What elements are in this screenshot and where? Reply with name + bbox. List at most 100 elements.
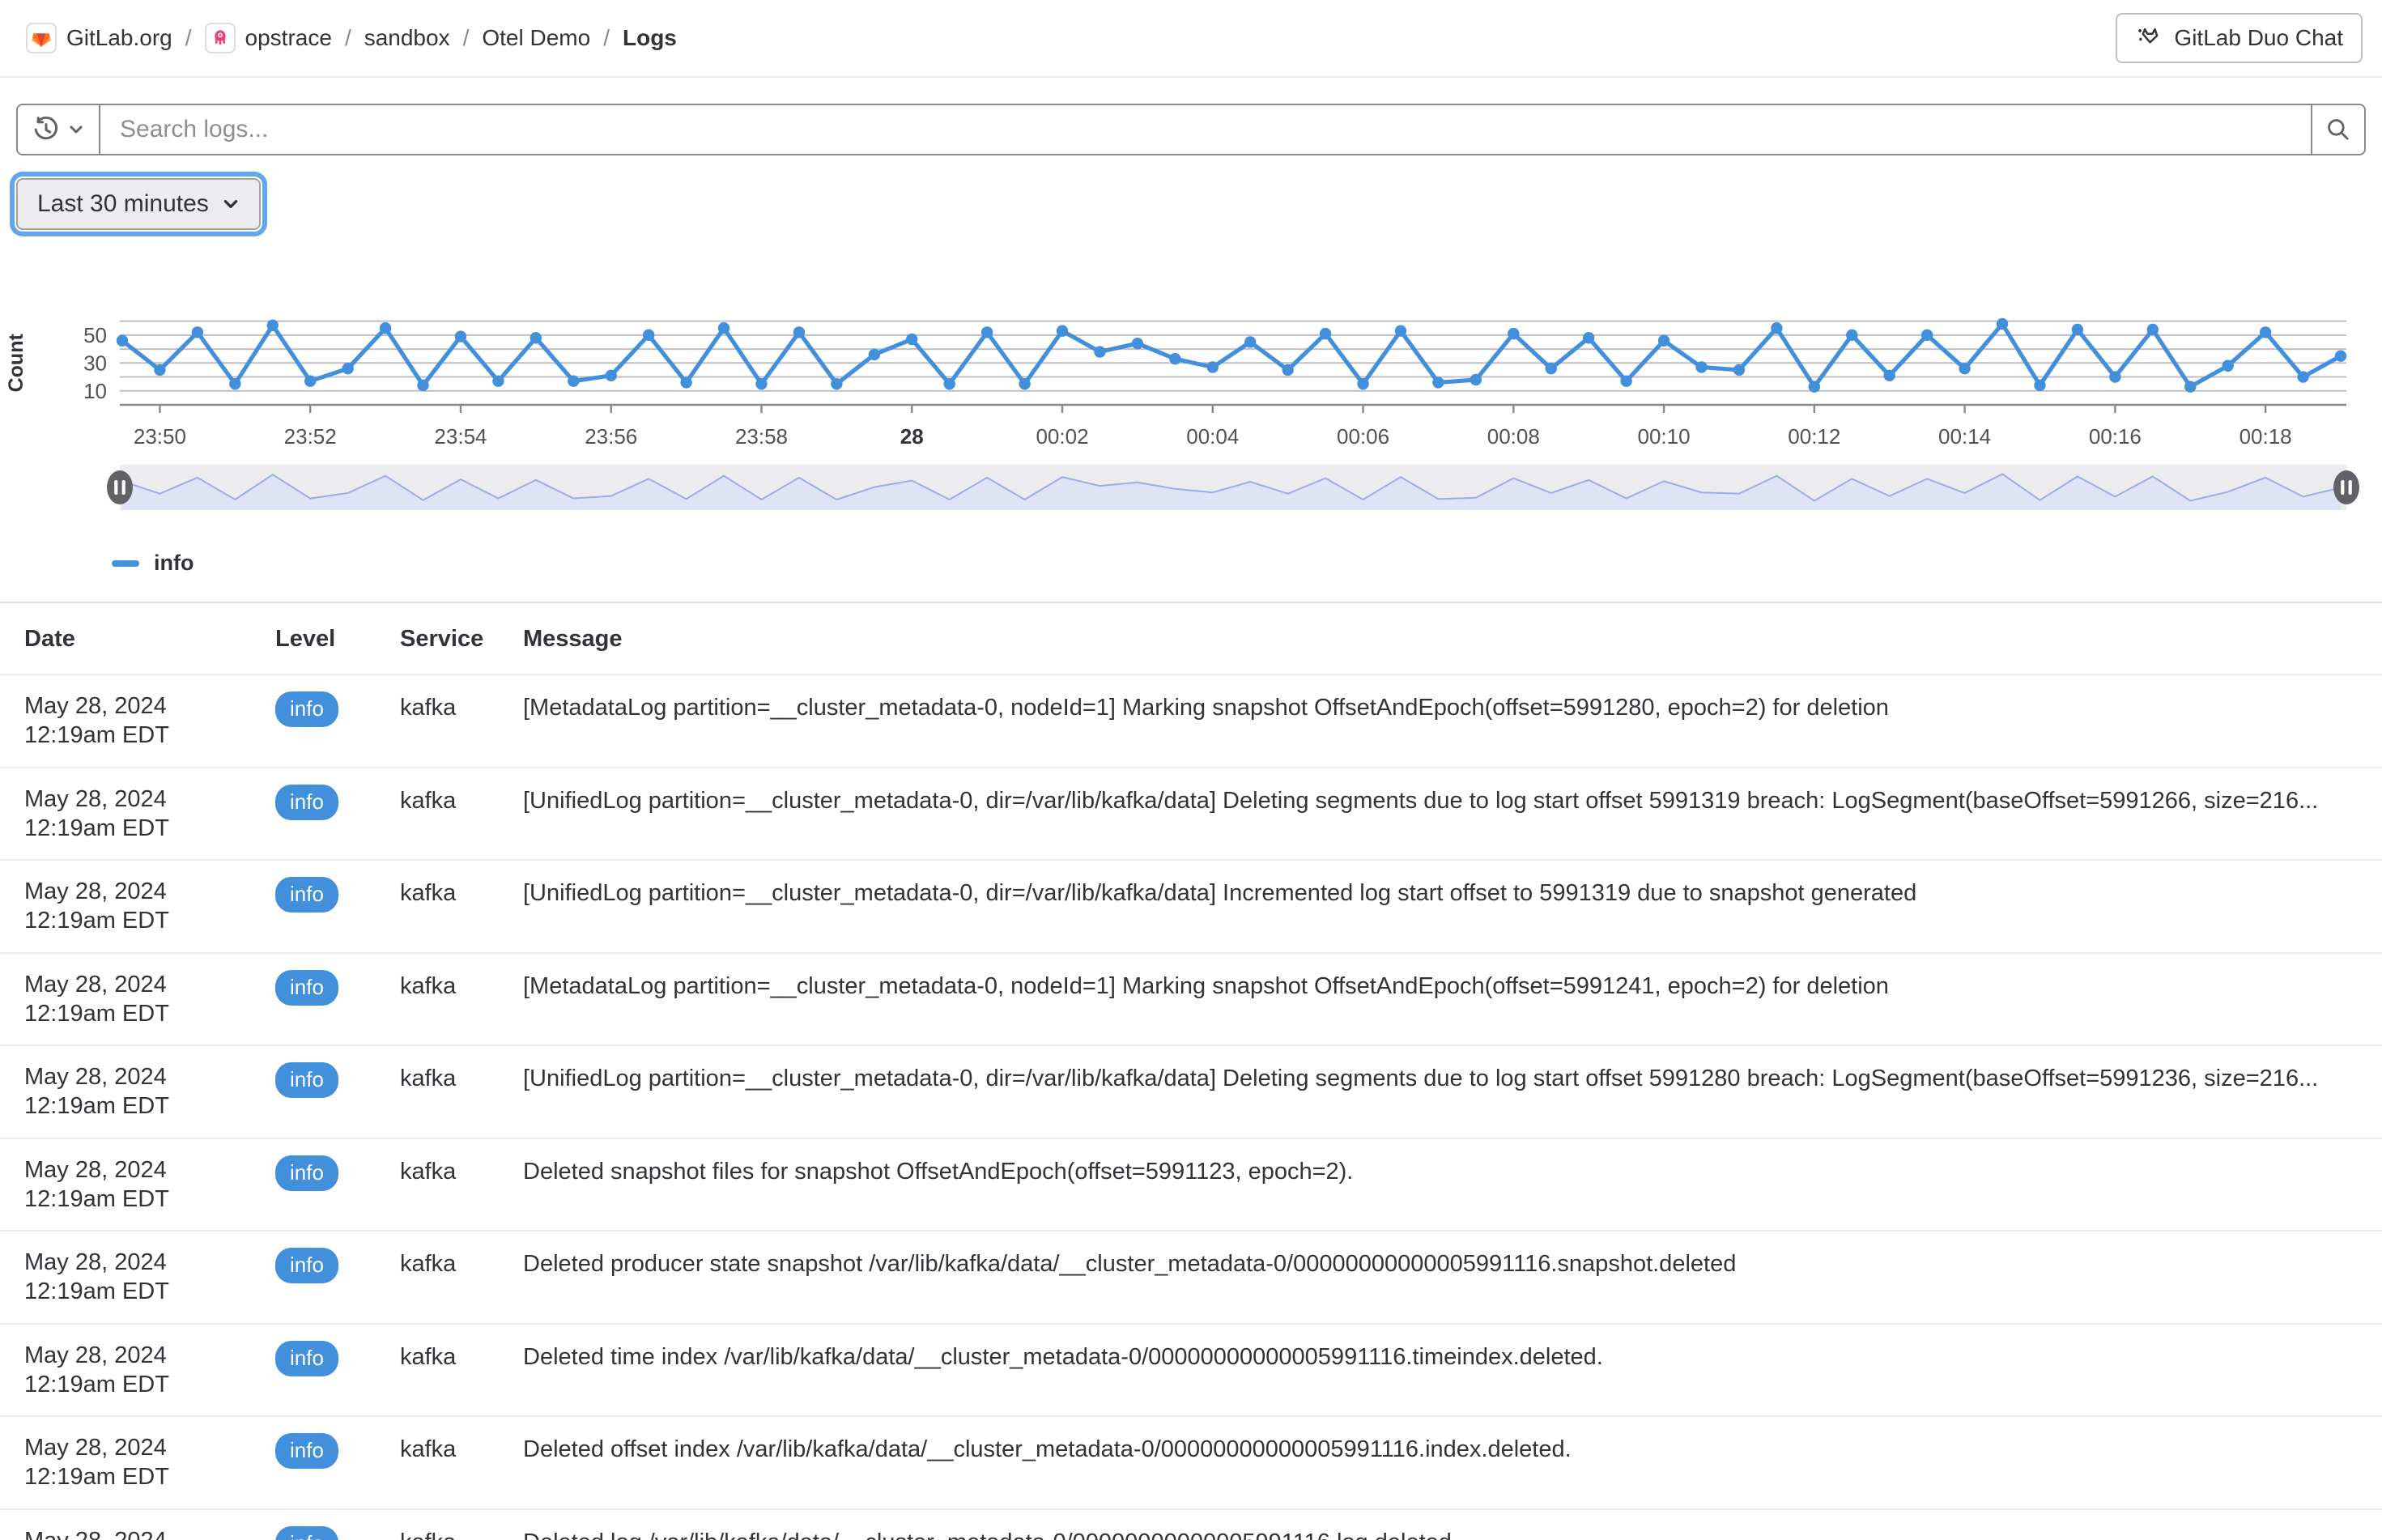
level-info-badge: info: [275, 691, 338, 727]
log-service-cell: kafka: [400, 785, 523, 815]
level-info-badge: info: [275, 1155, 338, 1191]
level-info-badge: info: [275, 1526, 338, 1540]
log-date-cell: May 28, 202412:19am EDT: [24, 1062, 275, 1121]
table-row[interactable]: May 28, 202412:19am EDT info kafka Delet…: [0, 1138, 2382, 1231]
breadcrumb-label: Logs: [623, 25, 677, 51]
table-row[interactable]: May 28, 202412:19am EDT info kafka [Meta…: [0, 952, 2382, 1045]
logs-table-body: May 28, 202412:19am EDT info kafka [Meta…: [0, 674, 2382, 1540]
log-date-cell: May 28, 202412:19am EDT: [24, 877, 275, 936]
log-message-cell: [UnifiedLog partition=__cluster_metadata…: [523, 785, 2366, 815]
svg-text:00:10: 00:10: [1638, 424, 1691, 449]
table-row[interactable]: May 28, 202412:19am EDT info kafka Delet…: [0, 1323, 2382, 1416]
breadcrumb-label: sandbox: [364, 25, 450, 51]
svg-text:00:12: 00:12: [1788, 424, 1840, 449]
breadcrumb-separator: /: [463, 25, 470, 51]
level-info-badge: info: [275, 1433, 338, 1469]
svg-text:23:50: 23:50: [134, 424, 186, 449]
legend-info-swatch: [112, 560, 139, 567]
history-icon: [32, 116, 60, 143]
breadcrumb-label: GitLab.org: [66, 25, 172, 51]
log-date-cell: May 28, 202412:19am EDT: [24, 785, 275, 844]
log-service-cell: kafka: [400, 1433, 523, 1463]
log-service-cell: kafka: [400, 877, 523, 907]
svg-text:00:16: 00:16: [2089, 424, 2142, 449]
breadcrumb-label: opstrace: [245, 25, 332, 51]
level-info-badge: info: [275, 785, 338, 820]
log-level-cell: info: [275, 1526, 400, 1540]
search-history-button[interactable]: [18, 105, 100, 154]
opstrace-logo-icon: [205, 23, 236, 53]
log-date-cell: May 28, 202412:19am EDT: [24, 1155, 275, 1215]
column-header-message: Message: [523, 626, 2366, 653]
chart-legend[interactable]: info: [112, 551, 2382, 576]
chart-brush-minimap[interactable]: [0, 463, 2382, 515]
log-service-cell: kafka: [400, 1248, 523, 1278]
search-input[interactable]: [100, 105, 2311, 154]
log-date-cell: May 28, 202412:19am EDT: [24, 1526, 275, 1540]
search-submit-button[interactable]: [2311, 105, 2364, 154]
log-message-cell: Deleted offset index /var/lib/kafka/data…: [523, 1433, 2366, 1463]
log-message-cell: Deleted producer state snapshot /var/lib…: [523, 1248, 2366, 1278]
svg-text:Count: Count: [5, 334, 28, 393]
count-line-chart: 103050Count23:5023:5223:5423:5623:582800…: [0, 298, 2382, 460]
chevron-down-icon: [68, 121, 84, 138]
log-date-cell: May 28, 202412:19am EDT: [24, 970, 275, 1029]
table-row[interactable]: May 28, 202412:19am EDT info kafka Delet…: [0, 1230, 2382, 1323]
breadcrumb-item-logs: Logs: [623, 25, 677, 51]
table-row[interactable]: May 28, 202412:19am EDT info kafka Delet…: [0, 1508, 2382, 1540]
table-row[interactable]: May 28, 202412:19am EDT info kafka [Unif…: [0, 859, 2382, 952]
log-date-cell: May 28, 202412:19am EDT: [24, 1341, 275, 1400]
svg-text:23:58: 23:58: [735, 424, 788, 449]
log-level-cell: info: [275, 1433, 400, 1469]
log-message-cell: [UnifiedLog partition=__cluster_metadata…: [523, 1062, 2366, 1092]
svg-text:00:06: 00:06: [1337, 424, 1389, 449]
level-info-badge: info: [275, 877, 338, 913]
brush-handle-right[interactable]: [2333, 470, 2359, 504]
svg-text:10: 10: [83, 379, 107, 403]
duo-chat-button[interactable]: GitLab Duo Chat: [2116, 13, 2363, 63]
breadcrumb-separator: /: [603, 25, 610, 51]
table-row[interactable]: May 28, 202412:19am EDT info kafka [Unif…: [0, 1044, 2382, 1138]
breadcrumb-label: Otel Demo: [482, 25, 590, 51]
breadcrumb-item-gitlab-org[interactable]: GitLab.org: [26, 23, 172, 53]
top-bar: GitLab.org / opstrace /: [0, 0, 2382, 78]
table-row[interactable]: May 28, 202412:19am EDT info kafka Delet…: [0, 1415, 2382, 1508]
log-message-cell: Deleted snapshot files for snapshot Offs…: [523, 1155, 2366, 1185]
log-message-cell: [MetadataLog partition=__cluster_metadat…: [523, 970, 2366, 1000]
column-header-date: Date: [24, 626, 275, 653]
level-info-badge: info: [275, 1062, 338, 1098]
log-date-cell: May 28, 202412:19am EDT: [24, 1433, 275, 1492]
search-icon: [2325, 117, 2351, 143]
logs-table-header: Date Level Service Message: [0, 603, 2382, 674]
breadcrumb-item-opstrace[interactable]: opstrace: [205, 23, 332, 53]
log-message-cell: Deleted time index /var/lib/kafka/data/_…: [523, 1341, 2366, 1371]
log-level-cell: info: [275, 970, 400, 1006]
logs-table: Date Level Service Message May 28, 20241…: [0, 602, 2382, 1540]
level-info-badge: info: [275, 1248, 338, 1283]
brush-handle-left[interactable]: [107, 470, 133, 504]
svg-text:00:18: 00:18: [2240, 424, 2292, 449]
table-row[interactable]: May 28, 202412:19am EDT info kafka [Unif…: [0, 767, 2382, 860]
level-info-badge: info: [275, 1341, 338, 1376]
breadcrumb-item-sandbox[interactable]: sandbox: [364, 25, 450, 51]
table-row[interactable]: May 28, 202412:19am EDT info kafka [Meta…: [0, 674, 2382, 767]
log-message-cell: [UnifiedLog partition=__cluster_metadata…: [523, 877, 2366, 907]
breadcrumb-separator: /: [185, 25, 192, 51]
svg-text:23:54: 23:54: [434, 424, 487, 449]
time-range-dropdown[interactable]: Last 30 minutes: [16, 178, 261, 230]
breadcrumb-item-otel-demo[interactable]: Otel Demo: [482, 25, 590, 51]
log-service-cell: kafka: [400, 970, 523, 1000]
svg-text:23:52: 23:52: [284, 424, 337, 449]
svg-text:30: 30: [83, 351, 107, 375]
svg-text:28: 28: [900, 424, 924, 449]
log-level-cell: info: [275, 1341, 400, 1376]
log-level-cell: info: [275, 1248, 400, 1283]
svg-text:00:08: 00:08: [1487, 424, 1540, 449]
log-service-cell: kafka: [400, 1062, 523, 1092]
chevron-down-icon: [222, 195, 240, 213]
legend-info-label: info: [154, 551, 194, 576]
search-toolbar: [0, 78, 2382, 155]
time-range-row: Last 30 minutes: [0, 155, 2382, 230]
log-volume-chart: 103050Count23:5023:5223:5423:5623:582800…: [0, 298, 2382, 576]
log-level-cell: info: [275, 691, 400, 727]
